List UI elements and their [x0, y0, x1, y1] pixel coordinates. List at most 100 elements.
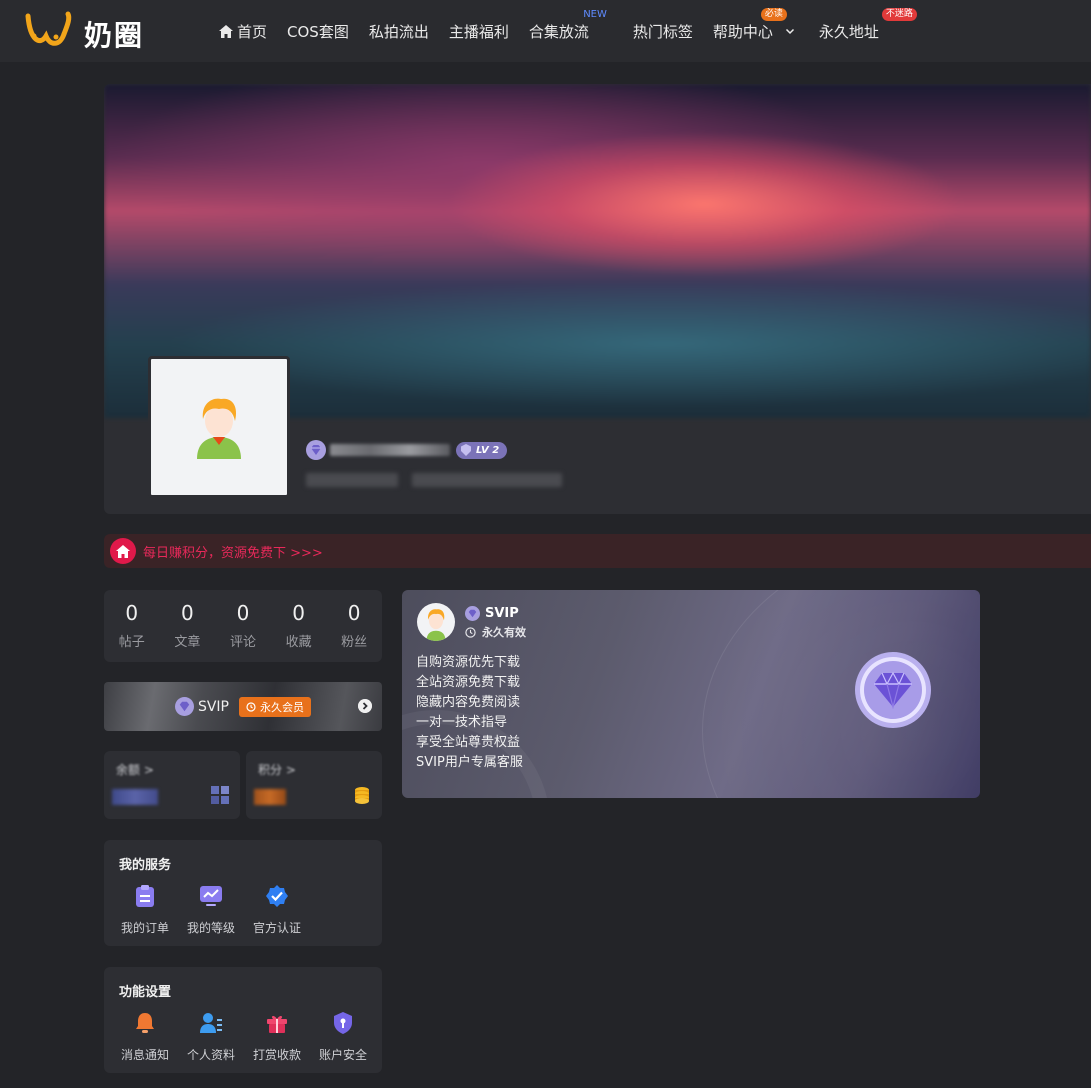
stat-value: 0 [292, 601, 305, 625]
stat-label: 文章 [174, 635, 201, 650]
notifications-button[interactable]: 消息通知 [112, 1011, 178, 1063]
top-navbar: 奶圈 首页 COS套图 私拍流出 主播福利 合集放流 NEW 热门标签 帮助中心… [0, 0, 1091, 62]
notice-home-icon [110, 538, 136, 564]
profile-settings-button[interactable]: 个人资料 [178, 1011, 244, 1063]
svip-label: SVIP [197, 698, 230, 715]
level-badge: LV 2 [456, 441, 508, 459]
diamond-icon [855, 652, 931, 728]
my-level-button[interactable]: 我的等级 [178, 884, 244, 936]
default-avatar-icon [197, 398, 241, 459]
balance-panel[interactable]: 余额 > [104, 751, 240, 819]
site-logo[interactable]: 奶圈 [24, 10, 149, 52]
permanent-member-badge: 永久会员 [239, 696, 312, 717]
level-chart-icon [200, 886, 222, 906]
default-avatar-icon [426, 609, 446, 641]
nav-label: 永久地址 [818, 22, 879, 41]
vip-gem-icon [465, 606, 480, 621]
perk-item: 隐藏内容免费阅读 [416, 695, 521, 710]
level-text: LV 2 [476, 444, 500, 456]
logo-mark-icon [25, 11, 72, 46]
nav-private[interactable]: 私拍流出 [369, 21, 429, 42]
points-panel[interactable]: 积分 > [246, 751, 382, 819]
stat-favorites[interactable]: 0 收藏 [271, 590, 327, 662]
new-badge: NEW [583, 8, 607, 20]
tip-receive-button[interactable]: 打赏收款 [244, 1011, 310, 1063]
svip-status-bar[interactable]: SVIP 永久会员 [104, 682, 382, 731]
main-nav: 首页 COS套图 私拍流出 主播福利 合集放流 NEW 热门标签 帮助中心 必读… [219, 0, 917, 62]
svc-label: 我的等级 [186, 921, 235, 935]
shield-icon [334, 1012, 352, 1034]
nav-label: 私拍流出 [368, 22, 429, 41]
vip-gem-icon [306, 440, 326, 460]
clock-icon [246, 701, 256, 712]
perk-item: 全站资源免费下载 [416, 675, 521, 690]
clock-icon [465, 626, 476, 638]
nav-label: 首页 [237, 22, 268, 41]
nav-collection[interactable]: 合集放流 NEW [528, 9, 607, 42]
my-orders-button[interactable]: 我的订单 [112, 884, 178, 936]
stat-articles[interactable]: 0 文章 [160, 590, 216, 662]
nav-label: 帮助中心 [712, 22, 773, 41]
user-description-blurred [306, 470, 566, 490]
points-value-blurred [254, 789, 286, 805]
arrow-right-icon[interactable] [358, 699, 372, 713]
points-title: 积分 > [258, 763, 296, 777]
nav-streamer[interactable]: 主播福利 [449, 21, 509, 42]
permanent-member-text: 永久会员 [260, 700, 305, 714]
perk-item: SVIP用户专属客服 [416, 755, 523, 770]
order-icon [136, 885, 154, 907]
home-icon [219, 24, 233, 38]
account-security-button[interactable]: 账户安全 [310, 1011, 376, 1063]
card-avatar [417, 603, 455, 641]
svc-label: 我的订单 [120, 921, 169, 935]
nav-label: 主播福利 [448, 22, 509, 41]
svc-label: 个人资料 [186, 1048, 235, 1062]
level-shield-icon [461, 444, 471, 456]
stat-value: 0 [236, 601, 250, 625]
my-services-panel: 我的服务 我的订单 我的等级 官方认证 [104, 840, 382, 946]
card-svip-text: SVIP [485, 606, 519, 621]
perk-item: 自购资源优先下载 [416, 655, 521, 670]
notice-bar[interactable]: 每日赚积分，资源免费下 >>> [104, 534, 1091, 568]
svip-membership-card: SVIP 永久有效 自购资源优先下载 全站资源免费下载 隐藏内容免费阅读 一对一… [402, 590, 980, 798]
services-title: 我的服务 [119, 858, 172, 873]
perk-item: 一对一技术指导 [416, 715, 508, 730]
official-verify-button[interactable]: 官方认证 [244, 884, 310, 936]
nav-cos[interactable]: COS套图 [287, 21, 349, 42]
avatar[interactable] [148, 356, 290, 498]
stat-label: 收藏 [285, 635, 312, 650]
settings-panel: 功能设置 消息通知 个人资料 打赏收款 账户安全 [104, 967, 382, 1073]
svc-label: 账户安全 [318, 1048, 367, 1062]
bell-icon [136, 1013, 154, 1033]
svip-perks-list: 自购资源优先下载 全站资源免费下载 隐藏内容免费阅读 一对一技术指导 享受全站尊… [416, 653, 523, 773]
profile-icon [200, 1013, 222, 1033]
stat-posts[interactable]: 0 帖子 [104, 590, 160, 662]
svc-label: 打赏收款 [252, 1048, 301, 1062]
stat-value: 0 [347, 601, 361, 625]
nav-help[interactable]: 帮助中心 必读 [712, 7, 795, 42]
notice-text[interactable]: 每日赚积分，资源免费下 >>> [143, 542, 323, 561]
no-lost-badge: 不迷路 [881, 7, 917, 21]
nav-label: 合集放流 [528, 22, 589, 41]
stat-value: 0 [125, 601, 139, 625]
nav-hot-tags[interactable]: 热门标签 [633, 21, 693, 42]
stat-label: 评论 [229, 635, 256, 650]
balance-title: 余额 > [116, 763, 154, 777]
svc-label: 官方认证 [252, 921, 301, 935]
nav-permanent-url[interactable]: 永久地址 不迷路 [818, 7, 917, 42]
nav-home[interactable]: 首页 [219, 21, 267, 42]
stat-fans[interactable]: 0 粉丝 [326, 590, 382, 662]
nav-label: COS套图 [287, 22, 349, 41]
username-blurred [330, 444, 450, 456]
stat-value: 0 [181, 601, 194, 625]
stat-label: 帖子 [118, 635, 145, 650]
stat-comments[interactable]: 0 评论 [215, 590, 271, 662]
coins-icon [355, 787, 369, 804]
profile-card: LV 2 [104, 84, 1091, 514]
stat-label: 粉丝 [341, 635, 368, 650]
perk-item: 享受全站尊贵权益 [416, 735, 521, 750]
vip-gem-icon [174, 697, 194, 716]
svc-label: 消息通知 [120, 1048, 169, 1062]
username-row: LV 2 [306, 438, 508, 462]
chevron-down-icon[interactable] [785, 26, 795, 36]
